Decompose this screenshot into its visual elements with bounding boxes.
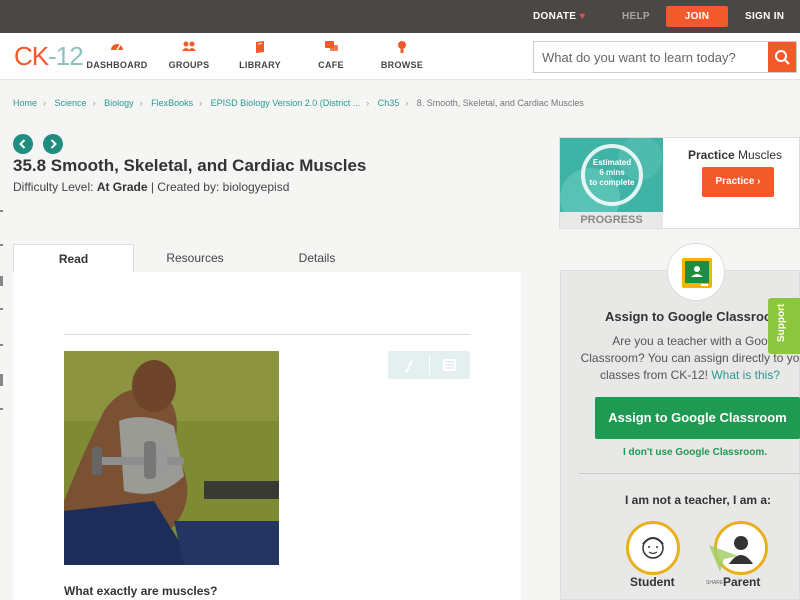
article-meta: Difficulty Level: At Grade | Created by:…	[13, 180, 290, 194]
parent-label: Parent	[723, 575, 761, 589]
nav-dashboard[interactable]: DASHBOARD	[82, 40, 152, 70]
share-icon	[709, 545, 738, 572]
chevron-left-icon	[19, 139, 26, 149]
share-button[interactable]: SHARE	[706, 545, 738, 586]
practice-card: Estimated 6 mins to complete PROGRESS Pr…	[559, 137, 800, 229]
progress-label: PROGRESS	[560, 212, 663, 228]
practice-title: Practice Muscles	[687, 148, 783, 162]
pencil-icon	[405, 360, 413, 373]
dashboard-icon	[82, 40, 152, 56]
cafe-icon	[296, 40, 366, 56]
student-icon	[642, 537, 664, 559]
browse-icon	[367, 40, 437, 56]
dont-use-google-classroom-link[interactable]: I don't use Google Classroom.	[623, 447, 767, 458]
assign-to-google-classroom-button[interactable]: Assign to Google Classroom	[595, 397, 800, 439]
breadcrumb: Home › Science › Biology › FlexBooks › EPISD…	[13, 98, 584, 108]
muscle-curl-photo	[64, 351, 279, 565]
difficulty-level: At Grade	[96, 180, 148, 194]
left-edge-marks	[0, 200, 4, 420]
site-header: CK-12 DASHBOARD GROUPS LIBRARY CAFE BROW…	[0, 33, 800, 80]
support-tab[interactable]: Support	[768, 298, 800, 354]
student-label: Student	[630, 575, 675, 589]
breadcrumb-book[interactable]: EPISD Biology Version 2.0 (District ...	[211, 98, 361, 108]
google-classroom-icon	[682, 258, 712, 288]
heart-icon: ♥	[579, 11, 586, 22]
section-question: What exactly are muscles?	[64, 584, 218, 598]
breadcrumb-home[interactable]: Home	[13, 98, 37, 108]
search-button[interactable]	[768, 42, 796, 72]
annotation-toolbar	[388, 351, 470, 379]
practice-button[interactable]: Practice ›	[702, 167, 774, 197]
progress-area: Estimated 6 mins to complete PROGRESS	[560, 138, 663, 228]
breadcrumb-science[interactable]: Science	[55, 98, 87, 108]
ck12-logo[interactable]: CK-12	[14, 43, 84, 69]
breadcrumb-flexbooks[interactable]: FlexBooks	[151, 98, 193, 108]
author-name: biologyepisd	[222, 180, 290, 194]
donate-link[interactable]: DONATE ♥	[533, 0, 586, 33]
tab-read[interactable]: Read	[13, 244, 134, 272]
chevron-right-icon	[50, 139, 57, 149]
page-title: 35.8 Smooth, Skeletal, and Cardiac Muscl…	[13, 156, 367, 175]
notes-icon	[443, 359, 456, 371]
chevron-right-icon: ›	[757, 176, 761, 187]
tab-details[interactable]: Details	[256, 244, 378, 272]
breadcrumb-biology[interactable]: Biology	[104, 98, 134, 108]
notes-button[interactable]	[429, 351, 470, 379]
assign-description: Are you a teacher with a Goo Classroom? …	[580, 334, 800, 382]
library-icon	[225, 40, 295, 56]
tab-resources[interactable]: Resources	[134, 244, 256, 272]
nav-browse[interactable]: BROWSE	[367, 40, 437, 70]
nav-cafe[interactable]: CAFE	[296, 40, 366, 70]
previous-lesson-button[interactable]	[13, 134, 33, 154]
highlight-button[interactable]	[388, 351, 429, 379]
search-icon	[775, 50, 790, 65]
search-input[interactable]	[542, 42, 767, 72]
join-button[interactable]: JOIN	[666, 6, 728, 27]
google-classroom-logo	[667, 243, 725, 301]
divider	[64, 334, 470, 335]
search-box	[533, 41, 797, 73]
content-tabs: Read Resources Details	[13, 244, 521, 272]
next-lesson-button[interactable]	[43, 134, 63, 154]
read-content: What exactly are muscles?	[13, 272, 521, 600]
time-estimate: Estimated 6 mins to complete	[589, 158, 635, 187]
help-link[interactable]: HELP	[622, 0, 650, 33]
breadcrumb-current: 8. Smooth, Skeletal, and Cardiac Muscles	[416, 98, 584, 108]
groups-icon	[154, 40, 224, 56]
top-bar: DONATE ♥ HELP JOIN SIGN IN	[0, 0, 800, 33]
what-is-this-link[interactable]: What is this?	[711, 368, 780, 382]
nav-library[interactable]: LIBRARY	[225, 40, 295, 70]
assign-title: Assign to Google Classroo	[605, 309, 772, 324]
not-teacher-label: I am not a teacher, I am a:	[625, 493, 772, 507]
student-role-button[interactable]	[626, 521, 680, 575]
sign-in-link[interactable]: SIGN IN	[745, 0, 784, 33]
breadcrumb-chapter[interactable]: Ch35	[378, 98, 400, 108]
nav-groups[interactable]: GROUPS	[154, 40, 224, 70]
